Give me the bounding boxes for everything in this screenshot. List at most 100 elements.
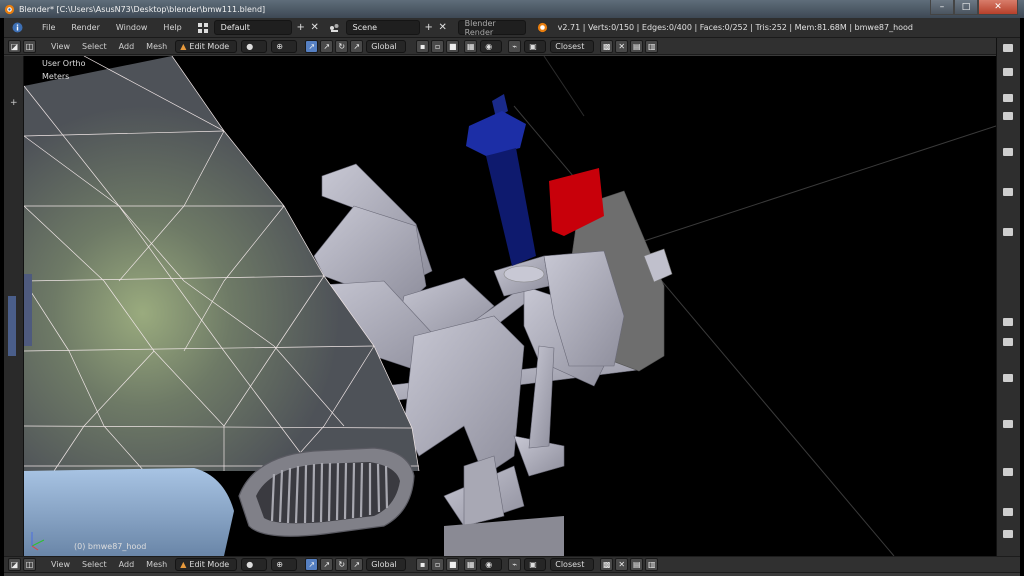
scale-manipulator-icon[interactable]: ↗ [350,39,364,53]
active-object-label: (0) bmwe87_hood [74,542,147,551]
mode-select[interactable]: ▲ Edit Mode [175,39,238,53]
menu-render[interactable]: Render [63,23,107,32]
add-layout-button[interactable]: + [294,21,308,35]
view3d-header-top: ◪ ◫ View Select Add Mesh ▲ Edit Mode ● ⊕… [4,38,1020,55]
face-select-icon[interactable]: ■ [446,39,460,53]
pivot-select-bottom[interactable]: ⊕ [271,558,298,571]
panel-icon-3[interactable] [1003,112,1013,120]
left-fender-edge[interactable] [24,274,32,346]
scene-icon[interactable] [328,21,342,35]
panel-icon-7[interactable] [1003,318,1013,326]
snap-target-select[interactable]: Closest [550,39,595,53]
pivot-select[interactable]: ⊕ [271,39,298,53]
menu-select[interactable]: Select [76,42,113,51]
proportional-edit-icon: ◉ [485,560,493,569]
orientation-value-bottom: Global [371,560,397,569]
panel-icon-1[interactable] [1003,68,1013,76]
panel-icon-11[interactable] [1003,468,1013,476]
menu-help[interactable]: Help [155,23,189,32]
scene-render[interactable] [24,56,996,556]
menu-add[interactable]: Add [113,42,141,51]
rotate-manipulator-icon[interactable]: ↻ [335,39,349,53]
vertex-select-icon-bottom[interactable]: ▪ [416,558,430,571]
viewport-shading-select[interactable]: ● [241,39,268,53]
panel-icon-4[interactable] [1003,148,1013,156]
view3d-header-bottom: ◪ ◫ View Select Add Mesh ▲ Edit Mode ● ⊕… [4,556,1020,573]
edge-select-icon-bottom[interactable]: ▫ [431,558,445,571]
maximize-button[interactable]: □ [954,0,978,15]
render-anim-icon[interactable]: ▥ [645,39,659,53]
3d-viewport[interactable]: User Ortho Meters (0) bmwe87_hood [24,56,996,556]
screen-layout-field[interactable]: Default [213,20,292,35]
add-scene-button[interactable]: + [422,21,436,35]
limit-to-visible-icon[interactable]: ▦ [464,39,478,53]
menu-view[interactable]: View [45,42,76,51]
toggle-menus-icon-bottom[interactable]: ◫ [23,558,36,571]
vertex-select-icon[interactable]: ▪ [416,39,430,53]
panel-icon-5[interactable] [1003,188,1013,196]
scene-field[interactable]: Scene [345,20,420,35]
panel-icon-12[interactable] [1003,508,1013,516]
manipulator-toggle-icon-bottom[interactable]: ↗ [305,558,319,571]
panel-icon-2[interactable] [1003,94,1013,102]
panel-icon-9[interactable] [1003,374,1013,382]
menu-view-bottom[interactable]: View [45,560,76,569]
remove-layout-button[interactable]: ✕ [308,21,322,35]
panel-icon-8[interactable] [1003,338,1013,346]
snap-project-icon[interactable]: ✕ [615,39,629,53]
pivot-icon: ⊕ [276,41,283,51]
scene-value: Scene [352,23,378,32]
panel-icon-6[interactable] [1003,228,1013,236]
render-opengl-icon-bottom[interactable]: ▤ [630,558,644,571]
remove-scene-button[interactable]: ✕ [436,21,450,35]
edge-select-icon[interactable]: ▫ [431,39,445,53]
face-select-icon-bottom[interactable]: ■ [446,558,460,571]
screen-layout-icon[interactable] [196,21,210,35]
viewport-shading-select-bottom[interactable]: ● [241,558,268,571]
orientation-select[interactable]: Global [366,39,407,53]
panel-icon-13[interactable] [1003,530,1013,538]
units-label: Meters [42,72,70,81]
menu-file[interactable]: File [34,23,63,32]
rotate-manipulator-icon-bottom[interactable]: ↻ [335,558,349,571]
snap-project-icon-bottom[interactable]: ✕ [615,558,629,571]
mode-select-bottom[interactable]: ▲ Edit Mode [175,558,238,571]
align-rotation-icon-bottom[interactable]: ▩ [600,558,614,571]
snap-element-select[interactable]: ▣ [524,39,547,53]
limit-to-visible-icon-bottom[interactable]: ▦ [464,558,478,571]
shock-absorber[interactable] [466,94,545,283]
manipulator-toggle-icon[interactable]: ↗ [305,39,319,53]
snap-target-select-bottom[interactable]: Closest [550,558,595,571]
scale-manipulator-icon-bottom[interactable]: ↗ [350,558,364,571]
proportional-edit-select-bottom[interactable]: ◉ [480,558,503,571]
tool-shelf-strip[interactable]: + [4,56,24,556]
close-window-button[interactable]: ✕ [978,0,1018,15]
render-anim-icon-bottom[interactable]: ▥ [645,558,659,571]
info-editor-icon[interactable] [10,21,24,35]
orientation-select-bottom[interactable]: Global [366,558,407,571]
menu-window[interactable]: Window [108,23,156,32]
render-engine-field[interactable]: Blender Render [457,19,526,37]
properties-toggle-icon[interactable] [1003,44,1013,52]
proportional-edit-select[interactable]: ◉ [480,39,503,53]
shelf-expand-icon[interactable]: + [10,98,18,108]
translate-manipulator-icon-bottom[interactable]: ↗ [320,558,334,571]
shelf-edge-tab[interactable] [8,296,16,356]
menu-mesh-bottom[interactable]: Mesh [140,560,173,569]
menu-select-bottom[interactable]: Select [76,560,113,569]
translate-manipulator-icon[interactable]: ↗ [320,39,334,53]
editor-type-icon[interactable]: ◪ [8,39,21,53]
align-rotation-icon[interactable]: ▩ [600,39,614,53]
toggle-menus-icon[interactable]: ◫ [23,39,36,53]
snap-toggle-icon[interactable]: ⌁ [508,39,522,53]
menu-mesh[interactable]: Mesh [140,42,173,51]
editor-type-icon-bottom[interactable]: ◪ [8,558,21,571]
snap-element-select-bottom[interactable]: ▣ [524,558,547,571]
minimize-button[interactable]: – [930,0,954,15]
screen-layout-value: Default [220,23,250,32]
snap-toggle-icon-bottom[interactable]: ⌁ [508,558,522,571]
properties-strip[interactable] [996,38,1020,556]
render-opengl-icon[interactable]: ▤ [630,39,644,53]
menu-add-bottom[interactable]: Add [113,560,141,569]
panel-icon-10[interactable] [1003,420,1013,428]
